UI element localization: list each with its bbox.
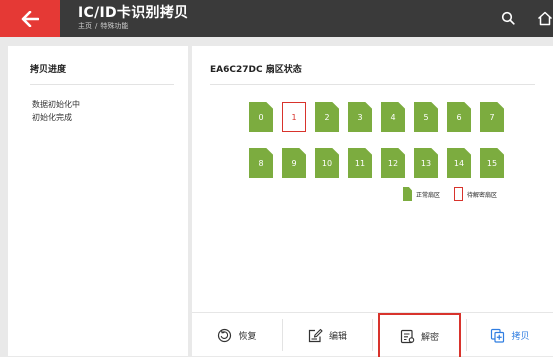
divider — [210, 84, 535, 85]
progress-title: 拷贝进度 — [30, 65, 67, 75]
copy-label: 拷贝 — [511, 331, 530, 342]
copy-progress-panel: 拷贝进度 数据初始化中 初始化完成 — [8, 46, 188, 356]
sector-10[interactable]: 10 — [315, 148, 339, 178]
search-button[interactable] — [498, 8, 518, 28]
decrypt-label: 解密 — [420, 332, 439, 343]
breadcrumb-current: 特殊功能 — [100, 22, 129, 30]
edit-button[interactable]: 编辑 — [283, 313, 372, 357]
toolbar-separator — [372, 319, 373, 351]
log-line: 数据初始化中 — [32, 100, 80, 109]
edit-icon — [308, 328, 323, 342]
breadcrumb-home[interactable]: 主页 — [78, 22, 92, 30]
top-bar: IC/ID卡识别拷贝 主页 / 特殊功能 — [0, 0, 553, 37]
log-line: 初始化完成 — [32, 113, 72, 122]
title-block: IC/ID卡识别拷贝 主页 / 特殊功能 — [78, 5, 188, 31]
sector-12[interactable]: 12 — [381, 148, 405, 178]
copy-button[interactable]: 拷贝 — [467, 313, 553, 357]
sector-1[interactable]: 1 — [282, 102, 306, 132]
normal-sector-swatch — [403, 187, 412, 201]
sector-5[interactable]: 5 — [414, 102, 438, 132]
page-title: IC/ID卡识别拷贝 — [78, 5, 189, 21]
sector-6[interactable]: 6 — [447, 102, 471, 132]
sector-7[interactable]: 7 — [480, 102, 504, 132]
sector-9[interactable]: 9 — [282, 148, 306, 178]
sector-4[interactable]: 4 — [381, 102, 405, 132]
legend-normal-label: 正常扇区 — [416, 191, 441, 199]
sector-status-panel: EA6C27DC 扇区状态 0 1 2 3 4 5 6 7 8 9 10 11 12 13 14 15 正常扇… — [192, 46, 553, 356]
sector-8[interactable]: 8 — [249, 148, 273, 178]
search-icon — [501, 11, 515, 25]
divider — [30, 84, 174, 85]
pending-sector-swatch — [454, 187, 463, 201]
home-button[interactable] — [535, 8, 553, 28]
back-button[interactable] — [0, 0, 60, 37]
action-toolbar: 恢复 编辑 解密 拷贝 — [192, 312, 553, 357]
legend-normal: 正常扇区 — [403, 187, 440, 201]
sector-11[interactable]: 11 — [348, 148, 372, 178]
decrypt-icon — [400, 329, 415, 343]
breadcrumb-separator: / — [95, 22, 98, 30]
progress-log: 数据初始化中 初始化完成 — [32, 98, 80, 124]
legend-pending: 待解密扇区 — [454, 187, 497, 201]
sector-15[interactable]: 15 — [480, 148, 504, 178]
home-icon — [537, 11, 553, 25]
sector-2[interactable]: 2 — [315, 102, 339, 132]
sector-3[interactable]: 3 — [348, 102, 372, 132]
sector-0[interactable]: 0 — [249, 102, 273, 132]
copy-icon — [491, 328, 505, 343]
decrypt-button[interactable]: 解密 — [378, 313, 461, 357]
sector-status-title: EA6C27DC 扇区状态 — [210, 65, 302, 75]
back-arrow-icon — [21, 10, 39, 27]
legend-pending-label: 待解密扇区 — [467, 191, 498, 199]
edit-label: 编辑 — [328, 331, 347, 342]
restore-label: 恢复 — [238, 331, 257, 342]
restore-icon — [218, 328, 232, 342]
breadcrumb: 主页 / 特殊功能 — [78, 22, 188, 31]
sector-13[interactable]: 13 — [414, 148, 438, 178]
restore-button[interactable]: 恢复 — [192, 313, 282, 357]
sector-14[interactable]: 14 — [447, 148, 471, 178]
